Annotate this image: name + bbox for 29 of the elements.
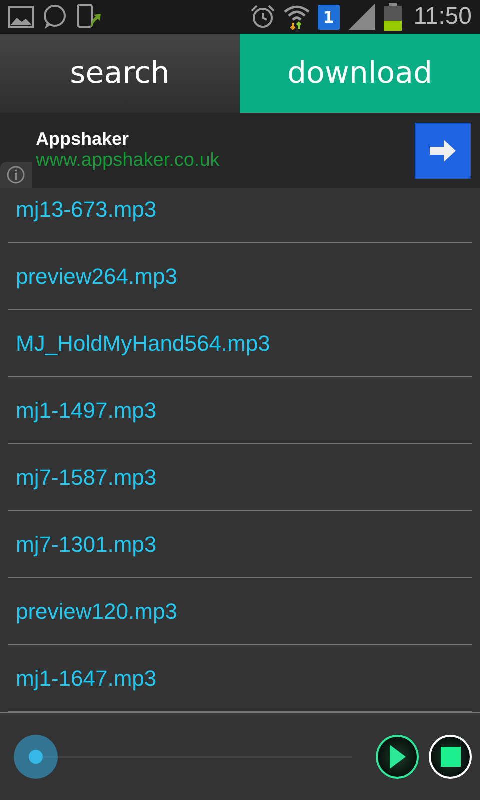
sim-badge: 1 xyxy=(318,4,340,30)
open-ad-button[interactable] xyxy=(415,122,471,178)
phone-upload-icon xyxy=(76,3,102,31)
gallery-icon xyxy=(8,5,34,29)
ad-title: Appshaker xyxy=(36,129,130,150)
file-name[interactable]: MJ_HoldMyHand564.mp3 xyxy=(16,330,270,356)
tab[interactable]: search xyxy=(0,34,240,113)
ad-url[interactable]: www.appshaker.co.uk xyxy=(36,150,415,172)
file-name[interactable]: mj7-1587.mp3 xyxy=(16,464,157,490)
file-name[interactable]: preview264.mp3 xyxy=(16,264,178,290)
play-icon xyxy=(388,744,407,770)
alarm-icon xyxy=(250,4,276,30)
clock-time: 11:50 xyxy=(414,3,472,31)
arrow-right-icon xyxy=(429,138,457,162)
seek-track[interactable] xyxy=(14,734,352,778)
file-name[interactable]: mj7-1301.mp3 xyxy=(16,532,157,558)
battery-icon xyxy=(384,3,402,31)
chat-icon xyxy=(42,4,68,30)
signal-icon xyxy=(348,4,376,30)
seek-thumb[interactable] xyxy=(14,734,58,778)
play-button[interactable] xyxy=(376,734,420,778)
wifi-icon xyxy=(284,4,310,30)
file-name[interactable]: mj1-1497.mp3 xyxy=(16,398,157,424)
file-name[interactable]: preview120.mp3 xyxy=(16,598,178,624)
file-name[interactable]: mj13-673.mp3 xyxy=(16,196,157,222)
stop-button[interactable] xyxy=(429,734,472,778)
stop-icon xyxy=(440,746,461,766)
file-name[interactable]: mj1-1647.mp3 xyxy=(16,666,157,692)
info-icon[interactable] xyxy=(0,162,32,188)
